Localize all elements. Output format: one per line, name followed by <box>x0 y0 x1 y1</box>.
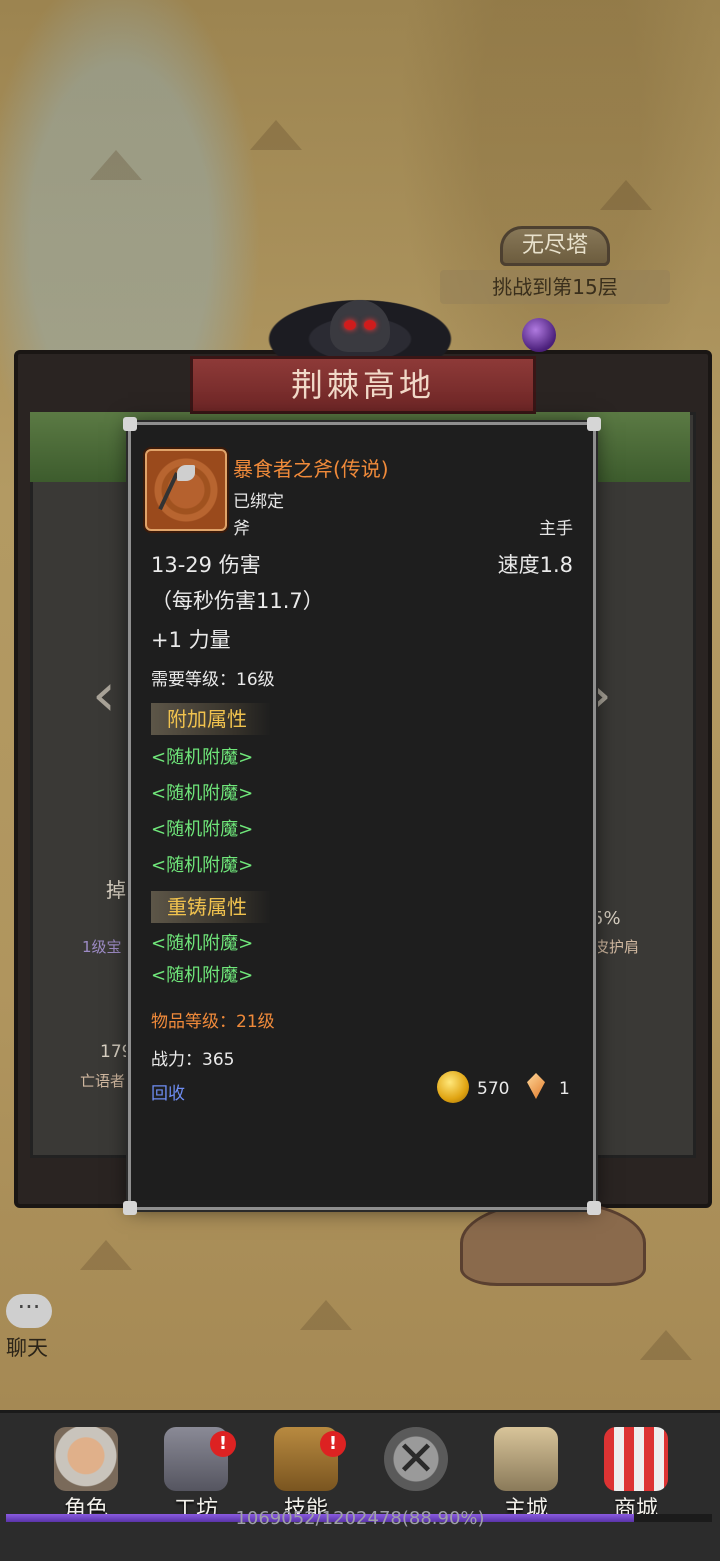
gem-value: 1 <box>559 1079 570 1099</box>
castle-icon <box>494 1427 558 1491</box>
mountain-decor <box>90 150 142 180</box>
close-x-icon: ✕ <box>384 1427 448 1491</box>
gold-coin-icon <box>437 1071 469 1103</box>
item-type: 斧 <box>233 519 250 539</box>
shop-stall-icon <box>604 1427 668 1491</box>
left-item-caption: 1级宝 <box>82 938 122 956</box>
mountain-decor <box>600 180 652 210</box>
gem-icon <box>527 1073 545 1099</box>
mountain-decor <box>80 1240 132 1270</box>
experience-text: 1069052/1202478(88.90%) <box>235 1508 485 1529</box>
extra-attributes-header: 附加属性 <box>151 703 271 735</box>
mountain-decor <box>250 120 302 150</box>
gold-value: 570 <box>477 1079 510 1099</box>
extra-enchant: <随机附魔> <box>151 855 254 876</box>
region-title: 荆棘高地 <box>190 356 536 414</box>
reforge-enchant: <随机附魔> <box>151 933 254 954</box>
item-requirement: 需要等级：16级 <box>151 670 275 690</box>
drop-label: 掉 <box>106 878 126 902</box>
extra-enchant: <随机附魔> <box>151 783 254 804</box>
item-level: 物品等级：21级 <box>151 1012 275 1032</box>
item-name: 暴食者之斧(传说) <box>233 457 389 481</box>
item-power: 战力：365 <box>151 1050 235 1070</box>
tooltip-corner <box>587 1201 601 1215</box>
purple-orb-icon <box>522 318 556 352</box>
alert-badge-icon: ! <box>320 1431 346 1457</box>
alert-badge-icon: ! <box>210 1431 236 1457</box>
mountain-decor <box>640 1330 692 1360</box>
left-item-name: 亡语者 <box>80 1072 126 1090</box>
item-stat: +1 力量 <box>151 628 231 652</box>
item-damage: 13-29 伤害 <box>151 553 261 577</box>
right-item-percent: 5% <box>592 908 621 929</box>
right-item-caption: 皮护肩 <box>594 938 640 956</box>
bottom-nav-bar: 角色 ! 工坊 ! 技能 ✕ 主城 商城 <box>0 1410 720 1561</box>
item-dps: （每秒伤害11.7） <box>151 589 324 613</box>
extra-enchant: <随机附魔> <box>151 819 254 840</box>
item-slot: 主手 <box>539 519 573 539</box>
prev-region-arrow-icon[interactable]: ‹ <box>92 660 132 730</box>
tooltip-corner <box>123 417 137 431</box>
axe-item-icon <box>145 449 227 531</box>
recycle-button[interactable]: 回收 <box>151 1079 185 1104</box>
main-town-icon[interactable] <box>460 1200 646 1286</box>
item-tooltip: 暴食者之斧(传说) 已绑定 斧 主手 13-29 伤害 速度1.8 （每秒伤害1… <box>123 417 601 1215</box>
item-bound-status: 已绑定 <box>233 492 284 512</box>
skull-icon <box>330 300 390 352</box>
axe-handle <box>158 472 179 511</box>
endless-tower-title: 无尽塔 <box>500 226 610 266</box>
axe-head <box>177 465 195 481</box>
chat-label[interactable]: 聊天 <box>6 1332 48 1362</box>
tooltip-corner <box>587 417 601 431</box>
mountain-decor <box>300 1300 352 1330</box>
reforge-attributes-header: 重铸属性 <box>151 891 271 923</box>
extra-enchant: <随机附魔> <box>151 747 254 768</box>
reforge-enchant: <随机附魔> <box>151 965 254 986</box>
tooltip-corner <box>123 1201 137 1215</box>
item-speed: 速度1.8 <box>497 553 573 577</box>
hero-portrait-icon <box>54 1427 118 1491</box>
chat-bubble-icon[interactable]: ··· <box>6 1294 52 1328</box>
